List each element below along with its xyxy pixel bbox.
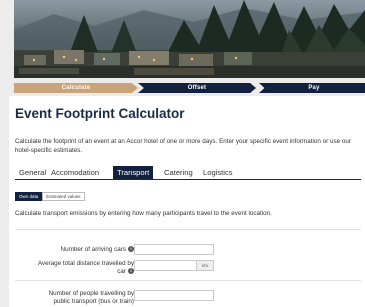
calculator-card: Event Footprint Calculator Calculate the… [9, 96, 365, 307]
cars-row: Number of arriving cars i [9, 244, 365, 256]
page: Calculate Offset Pay Event Footprint Cal… [0, 0, 365, 307]
public-label-line2: public transport (bus or train) [53, 297, 135, 305]
tab-general[interactable]: General [15, 166, 50, 179]
cars-label: Number of arriving cars i [61, 246, 134, 254]
distance-label: Average total distance travelled by car i [38, 260, 134, 275]
step-pay[interactable]: Pay [259, 83, 365, 93]
cars-label-text: Number of arriving cars [60, 246, 126, 253]
divider [15, 229, 361, 230]
public-label-line1: Number of people travelling by [48, 290, 134, 297]
public-transport-input[interactable] [134, 290, 214, 301]
distance-label-line2: car [117, 267, 126, 275]
tab-catering[interactable]: Catering [160, 166, 197, 179]
transport-description: Calculate transport emissions by enterin… [15, 210, 272, 217]
data-source-toggle: Own data Estimated values [15, 192, 85, 201]
public-transport-label: Number of people travelling by public tr… [49, 290, 134, 305]
own-data-toggle[interactable]: Own data [15, 192, 43, 201]
tab-transport[interactable]: Transport [113, 166, 154, 179]
distance-row: Average total distance travelled by car i… [9, 260, 365, 280]
hero-image [14, 0, 365, 78]
public-transport-row: Number of people travelling by public tr… [9, 290, 365, 307]
cars-input[interactable] [134, 244, 214, 255]
tab-accomodation[interactable]: Accomodation [47, 166, 103, 179]
step-offset[interactable]: Offset [138, 83, 256, 93]
step-calculate[interactable]: Calculate [14, 83, 138, 93]
distance-unit: km [196, 261, 213, 270]
tab-logistics[interactable]: Logistics [199, 166, 237, 179]
intro-text: Calculate the footprint of an event at a… [15, 138, 352, 154]
progress-steps: Calculate Offset Pay [14, 83, 365, 93]
page-title: Event Footprint Calculator [15, 106, 185, 121]
distance-input[interactable]: km [134, 260, 214, 271]
divider [15, 280, 361, 281]
distance-label-line1: Average total distance travelled by [37, 260, 134, 267]
estimated-values-toggle[interactable]: Estimated values [42, 192, 85, 201]
tab-bar: General Accomodation Transport Catering … [15, 166, 361, 180]
